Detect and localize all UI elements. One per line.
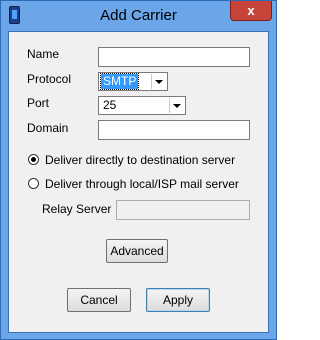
apply-button[interactable]: Apply [146, 288, 210, 312]
close-icon: x [247, 3, 255, 18]
protocol-label: Protocol [27, 72, 72, 86]
apply-button-label: Apply [162, 293, 194, 307]
protocol-select[interactable]: SMTP [98, 72, 168, 91]
deliver-direct-label: Deliver directly to destination server [45, 153, 236, 167]
protocol-selected-value: SMTP [99, 73, 140, 90]
deliver-relay-label: Deliver through local/ISP mail server [45, 177, 239, 191]
chevron-down-icon[interactable] [169, 98, 184, 113]
title-bar[interactable]: Add Carrier x [1, 1, 276, 31]
close-button[interactable]: x [230, 1, 272, 21]
dialog-content: Name Protocol SMTP Port 25 Domain Delive… [8, 31, 269, 333]
relay-server-field[interactable] [116, 200, 250, 220]
cancel-button-label: Cancel [80, 293, 118, 307]
port-selected-value: 25 [103, 98, 117, 112]
port-select[interactable]: 25 [98, 96, 186, 115]
chevron-down-icon[interactable] [151, 74, 166, 89]
domain-field[interactable] [98, 120, 250, 140]
add-carrier-dialog: Add Carrier x Name Protocol SMTP Port 25… [0, 0, 277, 340]
cancel-button[interactable]: Cancel [67, 288, 131, 312]
relay-server-label: Relay Server [42, 202, 112, 216]
name-label: Name [27, 47, 60, 61]
advanced-button-label: Advanced [110, 244, 164, 258]
domain-label: Domain [27, 121, 69, 135]
advanced-button[interactable]: Advanced [106, 239, 168, 263]
port-label: Port [27, 96, 50, 110]
deliver-relay-radio[interactable] [28, 178, 39, 189]
deliver-direct-radio[interactable] [28, 154, 39, 165]
name-field[interactable] [98, 47, 250, 67]
